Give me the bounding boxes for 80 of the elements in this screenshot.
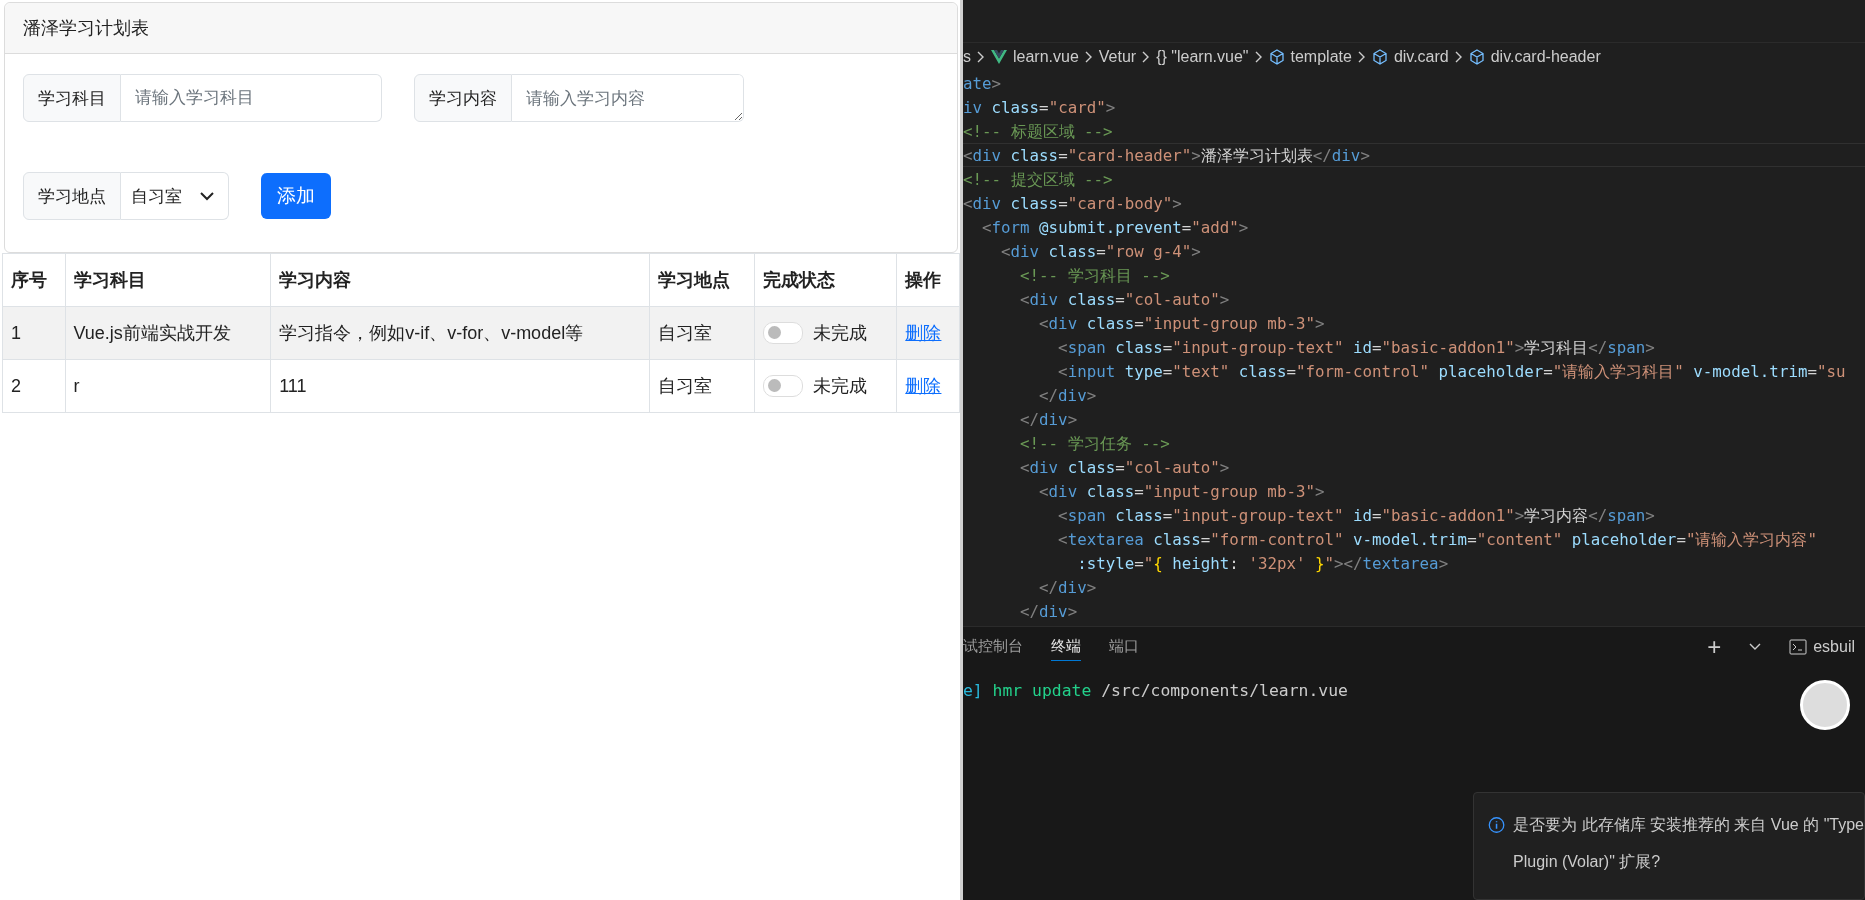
- column-header: 序号: [2, 253, 65, 307]
- chevron-right-icon: [1357, 51, 1366, 63]
- breadcrumb-item[interactable]: div.card: [1393, 48, 1449, 66]
- chevron-right-icon: [1084, 51, 1093, 63]
- cube-icon: [1371, 49, 1388, 65]
- code-line: ate>: [963, 73, 1003, 95]
- table-cell: r: [65, 359, 271, 413]
- code-line: <div class="input-group mb-3">: [1038, 481, 1326, 503]
- avatar-circle[interactable]: [1800, 680, 1850, 730]
- table-cell: 2: [2, 359, 65, 413]
- table-cell: 1: [2, 306, 65, 360]
- terminal-shell-label[interactable]: esbuil: [1789, 638, 1855, 656]
- panel-tab[interactable]: 端口: [1109, 633, 1139, 661]
- code-line: </div>: [1038, 385, 1098, 407]
- code-line: <div class="col-auto">: [1019, 289, 1231, 311]
- code-line: <input type="text" class="form-control" placeholder="请输入学习科目" v-model.trim="su: [1057, 361, 1847, 383]
- card-header: 潘泽学习计划表: [5, 3, 957, 54]
- code-line: <!-- 标题区域 -->: [963, 121, 1114, 143]
- breadcrumb-item[interactable]: s: [963, 48, 971, 66]
- breadcrumb-item[interactable]: div.card-header: [1490, 48, 1601, 66]
- code-line: <textarea class="form-control" v-model.trim="content" placeholder="请输入学习内容": [1057, 529, 1818, 551]
- notification-text: 是否要为 此存储库 安装推荐的 来自 Vue 的 "Type: [1513, 815, 1864, 835]
- code-line: <div class="row g-4">: [1000, 241, 1202, 263]
- code-line: </div>: [1038, 577, 1098, 599]
- code-line: iv class="card">: [963, 97, 1117, 119]
- chevron-right-icon: [1254, 51, 1263, 63]
- shell-name: esbuil: [1813, 638, 1855, 656]
- field-label: 学习内容: [414, 74, 512, 122]
- chevron-down-icon: [200, 191, 214, 201]
- code-line: </div>: [1019, 601, 1079, 623]
- code-line: <form @submit.prevent="add">: [981, 217, 1250, 239]
- code-line: <span class="input-group-text" id="basic-addon1">学习内容</span>: [1057, 505, 1656, 527]
- chevron-right-icon: [1142, 51, 1151, 63]
- column-header: 操作: [896, 253, 960, 307]
- code-line: <!-- 学习任务 -->: [1019, 433, 1171, 455]
- breadcrumb-item[interactable]: learn.vue: [1013, 48, 1079, 66]
- column-header: 完成状态: [754, 253, 897, 307]
- code-line: <div class="card-body">: [963, 193, 1183, 215]
- field-label: 学习地点: [23, 172, 121, 220]
- table-cell: Vue.js前端实战开发: [65, 306, 271, 360]
- column-header: 学习内容: [270, 253, 650, 307]
- textarea-field[interactable]: 请输入学习内容: [512, 74, 744, 122]
- vue-logo-icon: [991, 50, 1007, 64]
- add-button[interactable]: 添加: [261, 173, 331, 219]
- terminal-output-line: e] hmr update /src/components/learn.vue: [963, 681, 1349, 700]
- toggle-switch[interactable]: [762, 375, 803, 397]
- field-label: 学习科目: [23, 74, 121, 122]
- column-header: 学习科目: [65, 253, 271, 307]
- code-line: <div class="card-header">潘泽学习计划表</div>: [963, 143, 1865, 167]
- table-cell: 111: [270, 359, 650, 413]
- code-line: </div>: [1019, 409, 1079, 431]
- input-field[interactable]: 请输入学习科目: [121, 74, 382, 122]
- status-text: 未完成: [812, 376, 867, 396]
- code-line: <div class="input-group mb-3">: [1038, 313, 1326, 335]
- column-header: 学习地点: [649, 253, 755, 307]
- cube-icon: [1268, 49, 1285, 65]
- status-text: 未完成: [812, 323, 867, 343]
- chevron-down-icon[interactable]: [1749, 643, 1762, 651]
- chevron-right-icon: [1454, 51, 1463, 63]
- table-cell: 自习室: [649, 306, 755, 360]
- code-line: <!-- 提交区域 -->: [963, 169, 1114, 191]
- code-line: :style="{ height: '32px' }"></textarea>: [1076, 553, 1450, 575]
- panel-tab[interactable]: 终端: [1051, 633, 1081, 661]
- table-cell: 学习指令，例如v-if、v-for、v-model等: [270, 306, 650, 360]
- table-cell: 自习室: [649, 359, 755, 413]
- notification-text: Plugin (Volar)" 扩展?: [1513, 852, 1662, 872]
- code-line: <span class="input-group-text" id="basic-addon1">学习科目</span>: [1057, 337, 1656, 359]
- breadcrumb-item[interactable]: {} "learn.vue": [1156, 48, 1249, 66]
- panel-tab[interactable]: 试控制台: [963, 633, 1023, 661]
- chevron-right-icon: [977, 51, 985, 63]
- breadcrumb-item[interactable]: template: [1290, 48, 1352, 66]
- terminal-icon: [1789, 639, 1808, 655]
- toggle-switch[interactable]: [762, 322, 803, 344]
- cube-icon: [1468, 49, 1485, 65]
- new-terminal-button[interactable]: +: [1707, 633, 1722, 661]
- select-field[interactable]: 自习室: [121, 172, 229, 220]
- info-icon: [1488, 815, 1506, 835]
- breadcrumb-item[interactable]: Vetur: [1098, 48, 1137, 66]
- code-line: <!-- 学习科目 -->: [1019, 265, 1171, 287]
- code-line: <div class="col-auto">: [1019, 457, 1231, 479]
